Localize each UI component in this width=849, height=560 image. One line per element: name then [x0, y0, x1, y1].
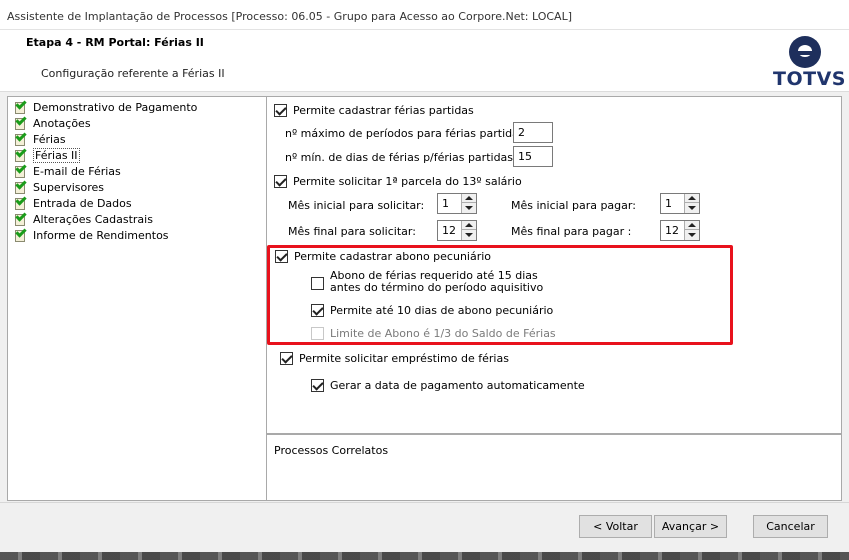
tree-item-email-ferias[interactable]: E-mail de Férias [8, 161, 266, 179]
tree-item-ferias-ii[interactable]: Férias II [8, 145, 266, 163]
spinner-value: 12 [442, 224, 456, 237]
checked-document-icon [14, 145, 27, 162]
checked-document-icon [14, 209, 27, 226]
mes-final-pagar-label: Mês final para pagar : [511, 225, 632, 238]
checked-document-icon [14, 225, 27, 242]
min-dias-label: nº mín. de dias de férias p/férias parti… [285, 151, 517, 164]
abono-checkbox[interactable]: Permite cadastrar abono pecuniário [275, 250, 491, 263]
step-tree: Demonstrativo de Pagamento Anotações Fér… [7, 96, 267, 501]
tree-item-entrada-dados[interactable]: Entrada de Dados [8, 193, 266, 211]
totvs-logo-text: TOTVS [773, 68, 846, 90]
max-periodos-input[interactable] [513, 122, 553, 143]
tree-item-label: Informe de Rendimentos [33, 228, 169, 242]
checkbox-label: Permite solicitar 1ª parcela do 13º salá… [293, 175, 522, 188]
mes-inicial-solicitar-label: Mês inicial para solicitar: [288, 199, 425, 212]
tree-item-label: E-mail de Férias [33, 164, 121, 178]
min-dias-input[interactable] [513, 146, 553, 167]
settings-panel: Permite cadastrar férias partidas nº máx… [266, 96, 842, 434]
tree-item-supervisores[interactable]: Supervisores [8, 177, 266, 195]
checked-document-icon [14, 161, 27, 178]
spinner-up-icon[interactable] [462, 221, 476, 230]
checkbox-box[interactable] [275, 250, 288, 263]
checkbox-box[interactable] [311, 277, 324, 290]
spinner-up-icon[interactable] [462, 194, 476, 203]
mes-final-solicitar-spinner[interactable]: 12 [437, 220, 477, 241]
tree-item-label: Demonstrativo de Pagamento [33, 100, 198, 114]
max-periodos-label: nº máximo de períodos para férias partid… [285, 127, 529, 140]
wizard-header: Etapa 4 - RM Portal: Férias II Configura… [0, 30, 849, 92]
mes-inicial-pagar-label: Mês inicial para pagar: [511, 199, 636, 212]
spinner-down-icon[interactable] [462, 203, 476, 213]
tree-item-anotacoes[interactable]: Anotações [8, 113, 266, 131]
back-button[interactable]: < Voltar [579, 515, 652, 538]
spinner-up-icon[interactable] [685, 221, 699, 230]
checkbox-box[interactable] [311, 304, 324, 317]
window-title: Assistente de Implantação de Processos [… [0, 0, 849, 30]
mes-final-solicitar-label: Mês final para solicitar: [288, 225, 416, 238]
related-processes-label: Processos Correlatos [274, 444, 389, 457]
checkbox-label: Permite até 10 dias de abono pecuniário [330, 304, 554, 317]
footer-divider [0, 502, 849, 503]
checkbox-label: Abono de férias requerido até 15 dias an… [330, 269, 544, 294]
spinner-down-icon[interactable] [685, 230, 699, 240]
checkbox-box[interactable] [274, 175, 287, 188]
cancel-button[interactable]: Cancelar [753, 515, 828, 538]
gerar-data-checkbox[interactable]: Gerar a data de pagamento automaticament… [311, 379, 585, 392]
checkbox-box[interactable] [311, 379, 324, 392]
checked-document-icon [14, 177, 27, 194]
mes-inicial-pagar-spinner[interactable]: 1 [660, 193, 700, 214]
checkbox-label: Gerar a data de pagamento automaticament… [330, 379, 585, 392]
checkbox-label: Permite solicitar empréstimo de férias [299, 352, 509, 365]
related-processes-panel: Processos Correlatos [266, 434, 842, 501]
spinner-value: 12 [665, 224, 679, 237]
checkbox-label: Permite cadastrar abono pecuniário [294, 250, 492, 263]
tree-item-alteracoes-cadastrais[interactable]: Alterações Cadastrais [8, 209, 266, 227]
step-title: Etapa 4 - RM Portal: Férias II [26, 36, 204, 49]
abono-requerido-checkbox[interactable]: Abono de férias requerido até 15 dias an… [311, 270, 570, 294]
spinner-value: 1 [665, 197, 672, 210]
tree-item-demonstrativo[interactable]: Demonstrativo de Pagamento [8, 97, 266, 115]
spinner-up-icon[interactable] [685, 194, 699, 203]
emprestimo-checkbox[interactable]: Permite solicitar empréstimo de férias [280, 352, 509, 365]
checkbox-box [311, 327, 324, 340]
ferias-partidas-checkbox[interactable]: Permite cadastrar férias partidas [274, 104, 474, 117]
tree-item-ferias[interactable]: Férias [8, 129, 266, 147]
checkbox-box[interactable] [274, 104, 287, 117]
totvs-logo-icon [789, 36, 821, 68]
abono-10-dias-checkbox[interactable]: Permite até 10 dias de abono pecuniário [311, 304, 553, 317]
spinner-down-icon[interactable] [462, 230, 476, 240]
tree-item-label: Férias II [33, 147, 80, 163]
mes-final-pagar-spinner[interactable]: 12 [660, 220, 700, 241]
tree-item-informe-rendimentos[interactable]: Informe de Rendimentos [8, 225, 266, 243]
spinner-value: 1 [442, 197, 449, 210]
tree-item-label: Anotações [33, 116, 91, 130]
abono-limite-checkbox: Limite de Abono é 1/3 do Saldo de Férias [311, 327, 556, 340]
taskbar-strip [0, 552, 849, 560]
checked-document-icon [14, 113, 27, 130]
checked-document-icon [14, 97, 27, 114]
tree-item-label: Alterações Cadastrais [33, 212, 153, 226]
tree-item-label: Férias [33, 132, 66, 146]
next-button[interactable]: Avançar > [654, 515, 727, 538]
checkbox-box[interactable] [280, 352, 293, 365]
checkbox-label: Permite cadastrar férias partidas [293, 104, 474, 117]
step-subtitle: Configuração referente a Férias II [41, 67, 225, 80]
spinner-down-icon[interactable] [685, 203, 699, 213]
parcela-13-checkbox[interactable]: Permite solicitar 1ª parcela do 13º salá… [274, 175, 522, 188]
mes-inicial-solicitar-spinner[interactable]: 1 [437, 193, 477, 214]
checked-document-icon [14, 193, 27, 210]
tree-item-label: Supervisores [33, 180, 105, 194]
tree-item-label: Entrada de Dados [33, 196, 132, 210]
checked-document-icon [14, 129, 27, 146]
checkbox-label: Limite de Abono é 1/3 do Saldo de Férias [330, 327, 556, 340]
